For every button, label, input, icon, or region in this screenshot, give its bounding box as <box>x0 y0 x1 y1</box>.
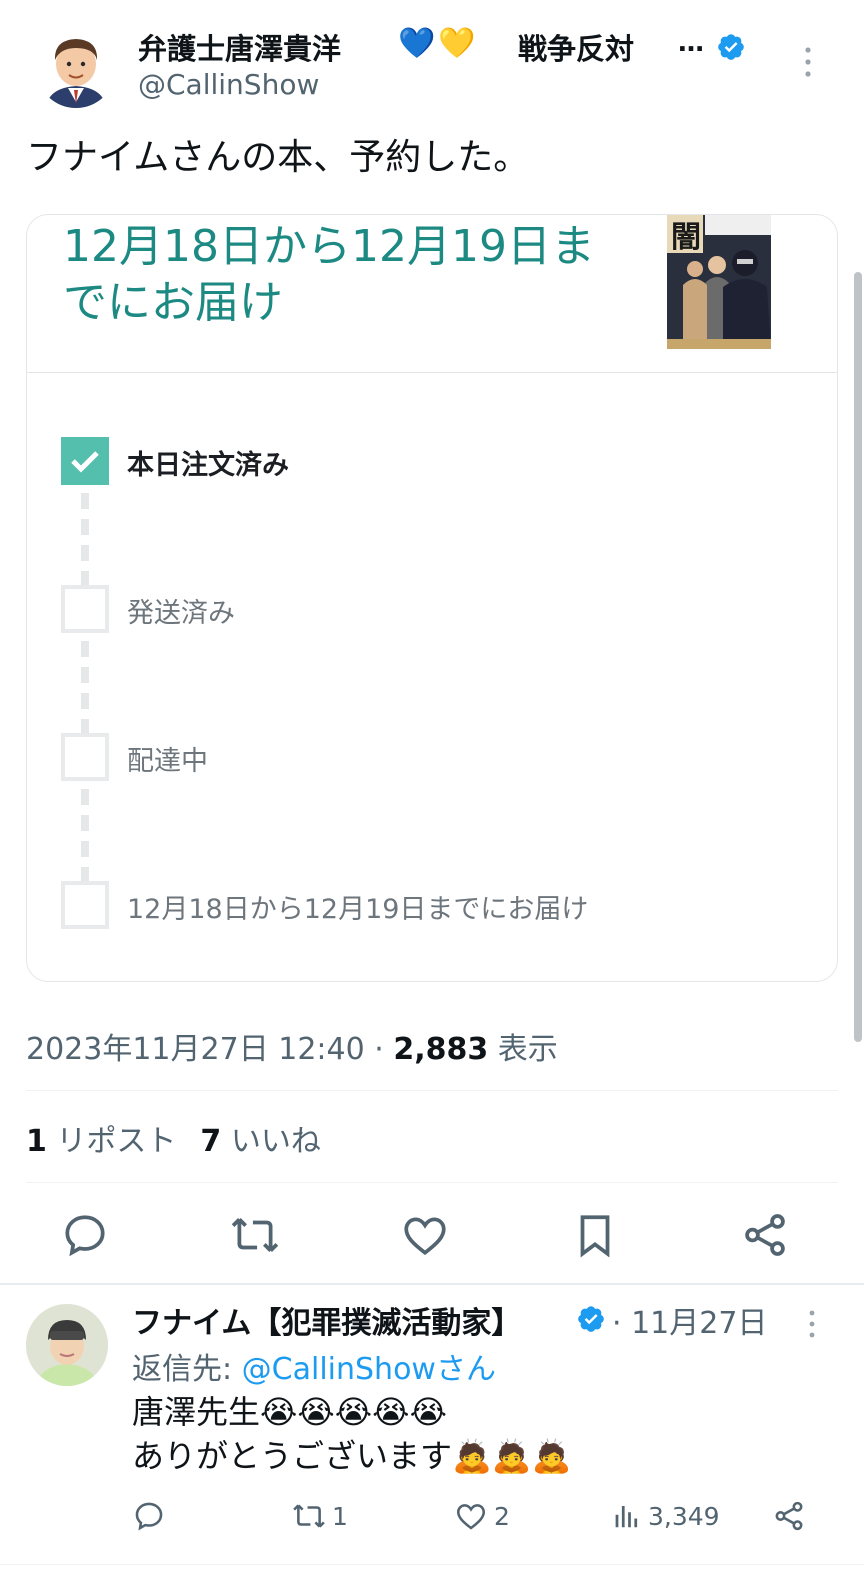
tweet-action-bar <box>0 1208 864 1268</box>
step-label: 本日注文済み <box>127 450 289 481</box>
repost-icon[interactable] <box>230 1210 280 1260</box>
name-truncation-ellipsis: … <box>678 28 704 58</box>
reply-icon[interactable] <box>60 1210 110 1260</box>
reply-views-count: 3,349 <box>648 1501 720 1531</box>
divider <box>26 1182 838 1183</box>
reply-action-bar: 1 2 3,349 <box>0 1496 864 1536</box>
tweet-meta: 2023年11月27日 12:40 · 2,883 表示 <box>26 1024 558 1068</box>
reply-like-count: 2 <box>494 1501 510 1531</box>
verified-badge-icon <box>718 34 744 60</box>
step-in-transit: 配達中 <box>61 733 801 783</box>
order-status-steps: 本日注文済み 発送済み 配達中 12月18日から12月19日までにお届け <box>27 373 837 981</box>
section-divider <box>0 1283 864 1285</box>
delivery-date-title: 12月18日から12月19日までにお届け <box>63 221 595 328</box>
step-connector <box>81 789 89 885</box>
verified-badge-icon <box>578 1306 604 1332</box>
bookmark-icon[interactable] <box>570 1210 620 1260</box>
more-options-icon[interactable] <box>796 42 820 82</box>
delivery-header: 12月18日から12月19日までにお届け 闇 <box>27 215 837 373</box>
divider <box>0 1564 864 1565</box>
step-label: 12月18日から12月19日までにお届け <box>127 894 589 925</box>
step-label: 発送済み <box>127 598 235 629</box>
reply-text: 唐澤先生😭😭😭😭😭 ありがとうございます🙇🙇🙇 <box>132 1390 572 1478</box>
step-checkbox-empty <box>61 733 109 781</box>
reply-author-name[interactable]: フナイム【犯罪撲滅活動家】 <box>132 1298 521 1342</box>
author-display-name[interactable]: 弁護士唐澤貴洋 <box>138 26 341 68</box>
reply-tweet[interactable]: フナイム【犯罪撲滅活動家】 · 11月27日 返信先: @CallinShowさ… <box>0 1290 864 1590</box>
reply-repost-button[interactable]: 1 <box>292 1496 348 1536</box>
step-label: 配達中 <box>127 746 208 777</box>
step-ordered: 本日注文済み <box>61 437 801 487</box>
replying-to: 返信先: @CallinShowさん <box>132 1344 496 1388</box>
replying-to-mention[interactable]: @CallinShowさん <box>242 1352 496 1387</box>
reply-like-button[interactable]: 2 <box>454 1496 510 1536</box>
reposts-count: 1 <box>26 1124 47 1159</box>
reply-share-button[interactable] <box>772 1496 806 1536</box>
blue-heart-icon: 💙 <box>398 26 436 61</box>
step-checkbox-empty <box>61 881 109 929</box>
like-heart-icon <box>456 1504 486 1530</box>
author-avatar[interactable] <box>36 28 116 108</box>
more-options-icon[interactable] <box>800 1306 824 1342</box>
divider <box>26 1090 838 1091</box>
reply-text-line: 唐澤先生😭😭😭😭😭 <box>132 1393 447 1431</box>
reply-date[interactable]: · 11月27日 <box>612 1298 767 1342</box>
likes-label: いいね <box>230 1124 321 1159</box>
share-icon[interactable] <box>740 1210 790 1260</box>
likes-link[interactable]: 7 いいね <box>200 1124 320 1159</box>
tweet-timestamp[interactable]: 2023年11月27日 12:40 <box>26 1032 365 1067</box>
reposts-label: リポスト <box>56 1124 177 1159</box>
reply-icon <box>135 1502 163 1531</box>
yellow-heart-icon: 💛 <box>438 26 476 61</box>
attached-image-card[interactable]: 12月18日から12月19日までにお届け 闇 本日注文済み 発送済み 配達中 1… <box>26 214 838 982</box>
tweet-text: フナイムさんの本、予約した。 <box>26 137 530 178</box>
step-checkbox-empty <box>61 585 109 633</box>
reply-views-button[interactable]: 3,349 <box>612 1496 720 1536</box>
replying-to-prefix: 返信先: <box>132 1352 242 1387</box>
step-connector <box>81 493 89 589</box>
analytics-bars-icon <box>615 1506 638 1528</box>
repost-icon <box>293 1504 325 1528</box>
author-name-suffix: 戦争反対 <box>518 32 635 66</box>
checkmark-icon <box>71 451 99 473</box>
likes-count: 7 <box>200 1124 222 1159</box>
reply-reply-button[interactable] <box>132 1496 166 1536</box>
reply-author-avatar[interactable] <box>26 1304 108 1386</box>
author-handle[interactable]: @CallinShow <box>138 68 319 101</box>
step-checkbox-checked <box>61 437 109 485</box>
meta-separator: · <box>374 1032 384 1067</box>
tweet-header: 弁護士唐澤貴洋 💙 💛 戦争反対 … @CallinShow <box>26 22 838 112</box>
reply-repost-count: 1 <box>332 1501 348 1531</box>
scrollbar[interactable] <box>854 272 862 1042</box>
step-shipped: 発送済み <box>61 585 801 635</box>
share-icon <box>775 1501 803 1531</box>
reposts-link[interactable]: 1 リポスト <box>26 1124 176 1159</box>
views-count: 2,883 <box>393 1032 489 1067</box>
step-delivered: 12月18日から12月19日までにお届け <box>61 881 801 931</box>
like-heart-icon[interactable] <box>400 1210 450 1260</box>
book-cover-image: 闇 <box>667 215 771 349</box>
engagement-counts: 1 リポスト 7 いいね <box>26 1116 321 1160</box>
views-label: 表示 <box>497 1032 558 1067</box>
svg-text:闇: 闇 <box>671 220 701 255</box>
reply-text-line: ありがとうございます🙇🙇🙇 <box>132 1437 572 1475</box>
step-connector <box>81 641 89 737</box>
